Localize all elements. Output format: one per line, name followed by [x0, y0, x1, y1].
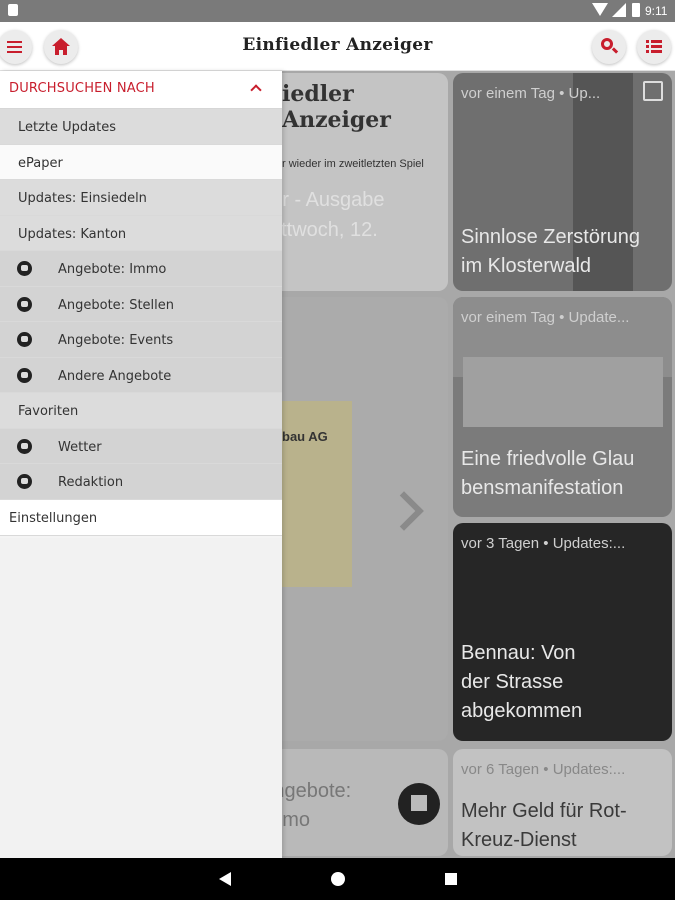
drawer-item-angebote-stellen[interactable]: Angebote: Stellen	[0, 286, 282, 322]
card-meta: vor 3 Tagen • Updates:...	[461, 535, 626, 552]
card-meta: vor einem Tag • Up...	[461, 85, 601, 102]
drawer-item-favoriten[interactable]: Favoriten	[0, 393, 282, 429]
drawer-item-einstellungen[interactable]: Einstellungen	[0, 499, 282, 536]
card-title: Mehr Geld für Rot-	[461, 800, 627, 822]
card-title: Sinnlose Zerstörung	[461, 226, 640, 248]
drawer-item-letzte-updates[interactable]: Letzte Updates	[0, 109, 282, 145]
drawer-item-updates-einsiedeln[interactable]: Updates: Einsiedeln	[0, 180, 282, 216]
card-title: abgekommen	[461, 700, 583, 722]
news-card-rotkreuz[interactable]: vor 6 Tagen • Updates:... Mehr Geld für …	[453, 749, 672, 856]
drawer-item-redaktion[interactable]: Redaktion	[0, 464, 282, 500]
brand-logo: Einfiedler Anzeiger	[242, 35, 433, 55]
epaper-masthead: iedler Anzeiger	[282, 81, 391, 133]
news-card-glaubensmanifestation[interactable]: vor einem Tag • Update... Eine friedvoll…	[453, 297, 672, 517]
drawer-item-wetter[interactable]: Wetter	[0, 428, 282, 464]
drawer-item-angebote-events[interactable]: Angebote: Events	[0, 322, 282, 358]
card-title: Kreuz-Dienst	[461, 829, 577, 851]
card-title: bensmanifestation	[461, 477, 624, 499]
news-card-zerstoerung[interactable]: vor einem Tag • Up... Sinnlose Zerstörun…	[453, 73, 672, 291]
lock-icon	[8, 4, 18, 16]
card-title: der Strasse	[461, 671, 564, 693]
app-bar: Einfiedler Anzeiger	[0, 22, 675, 71]
person-icon	[17, 261, 32, 276]
newspaper-icon	[17, 474, 32, 489]
news-card-bennau[interactable]: vor 3 Tagen • Updates:... Bennau: Von de…	[453, 523, 672, 741]
card-title: Eine friedvolle Glau	[461, 448, 635, 470]
home-circle-icon[interactable]	[331, 872, 345, 886]
status-time: 9:11	[645, 4, 668, 18]
status-bar: 9:11	[0, 0, 675, 22]
calendar-icon	[17, 332, 32, 347]
system-navigation-bar	[0, 858, 675, 900]
list-icon	[646, 40, 662, 54]
battery-icon	[632, 3, 640, 17]
card-title: Bennau: Von	[461, 642, 576, 664]
drawer-header-label: DURCHSUCHEN NACH	[9, 81, 155, 96]
card-meta: vor 6 Tagen • Updates:...	[461, 761, 626, 778]
list-view-button[interactable]	[637, 30, 671, 64]
chevron-up-icon	[250, 84, 262, 96]
drawer-header[interactable]: DURCHSUCHEN NACH	[0, 71, 282, 109]
signal-icon	[612, 3, 626, 17]
drawer-item-andere-angebote[interactable]: Andere Angebote	[0, 357, 282, 393]
search-button[interactable]	[592, 30, 626, 64]
chat-icon	[17, 296, 32, 312]
image-icon	[643, 81, 663, 101]
drawer-item-updates-kanton[interactable]: Updates: Kanton	[0, 215, 282, 251]
back-icon[interactable]	[219, 872, 231, 886]
chevron-right-icon[interactable]	[384, 491, 424, 531]
navigation-drawer: DURCHSUCHEN NACH Letzte Updates ePaper U…	[0, 71, 282, 858]
recent-apps-icon[interactable]	[445, 873, 457, 885]
card-title: im Klosterwald	[461, 255, 592, 277]
wifi-icon	[592, 3, 608, 16]
drawer-item-angebote-immo[interactable]: Angebote: Immo	[0, 251, 282, 287]
cloud-icon	[17, 438, 32, 454]
house-icon	[398, 783, 440, 825]
tag-icon	[17, 367, 32, 383]
card-meta: vor einem Tag • Update...	[461, 309, 630, 326]
promo-flyer-text: bau AG	[282, 429, 328, 444]
epaper-subhead: r wieder im zweitletzten Spiel	[282, 158, 424, 170]
drawer-item-epaper[interactable]: ePaper	[0, 144, 282, 180]
